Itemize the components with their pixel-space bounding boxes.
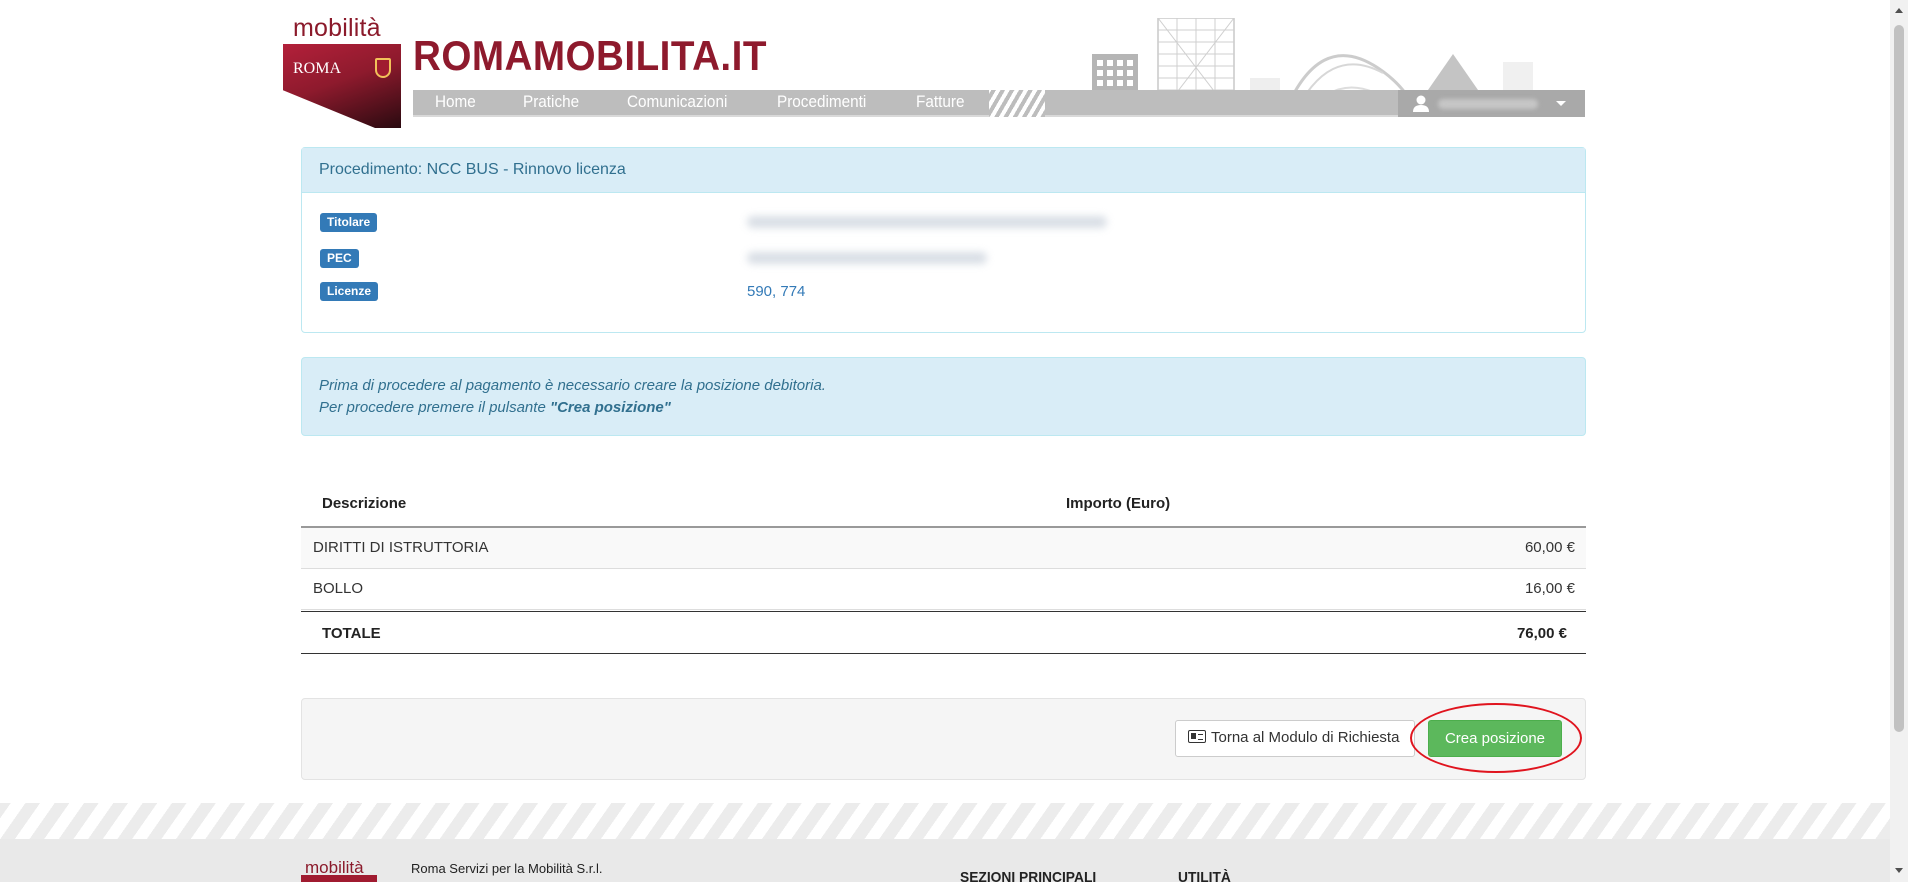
vertical-scrollbar[interactable] [1890, 0, 1908, 882]
nav-home[interactable]: Home [435, 92, 476, 112]
logo-city: ROMA [293, 60, 342, 77]
footer-utility-heading: UTILITÀ [1178, 869, 1231, 886]
logo-band [283, 44, 401, 128]
row-importo: 16,00 € [1524, 580, 1575, 597]
procedure-panel: Procedimento: NCC BUS - Rinnovo licenza … [301, 147, 1586, 333]
scroll-down-arrow-icon[interactable] [1895, 868, 1903, 873]
footer-stripes-decoration [0, 803, 1890, 839]
chevron-down-icon [1556, 101, 1566, 106]
column-header-importo: Importo (Euro) [1066, 495, 1171, 512]
panel-heading: Procedimento: NCC BUS - Rinnovo licenza [302, 148, 1585, 193]
id-card-icon [1188, 730, 1206, 743]
row-descrizione: BOLLO [313, 580, 364, 597]
nav-pratiche[interactable]: Pratiche [523, 92, 579, 112]
alert-line-2: Per procedere premere il pulsante "Crea … [319, 397, 1568, 419]
pec-value-redacted [747, 252, 987, 264]
footer-sections-heading: SEZIONI PRINCIPALI [960, 869, 1097, 886]
nav-fatture[interactable]: Fatture [916, 92, 964, 112]
total-value: 76,00 € [1516, 625, 1567, 642]
nav-procedimenti[interactable]: Procedimenti [777, 92, 866, 112]
label-pec: PEC [320, 249, 359, 268]
titolare-value-redacted [747, 216, 1107, 228]
row-descrizione: DIRITTI DI ISTRUTTORIA [313, 539, 489, 556]
row-importo: 60,00 € [1524, 539, 1575, 556]
logo-wordmark: mobilità [293, 14, 381, 42]
site-footer [0, 839, 1890, 882]
fees-table: Descrizione Importo (Euro) DIRITTI DI IS… [301, 483, 1586, 654]
user-icon [1413, 95, 1429, 112]
footer-logo-band [301, 875, 377, 882]
nav-stripes-decoration [989, 90, 1045, 117]
roma-crest-icon [375, 58, 391, 78]
actions-well: Torna al Modulo di Richiesta Crea posizi… [301, 698, 1586, 780]
back-to-request-form-button[interactable]: Torna al Modulo di Richiesta [1175, 720, 1415, 757]
user-menu-dropdown[interactable] [1398, 90, 1585, 117]
site-header: mobilità ROMA ROMAMOBILITA.IT Home Prati… [283, 0, 1585, 128]
alert-line-1: Prima di procedere al pagamento è necess… [319, 377, 826, 394]
label-titolare: Titolare [320, 213, 378, 232]
table-header-row: Descrizione Importo (Euro) [301, 483, 1586, 528]
table-row: DIRITTI DI ISTRUTTORIA 60,00 € [301, 528, 1586, 569]
site-title[interactable]: ROMAMOBILITA.IT [413, 32, 767, 80]
total-label: TOTALE [322, 625, 381, 642]
scroll-up-arrow-icon[interactable] [1895, 8, 1903, 13]
mobilita-roma-logo[interactable]: mobilità ROMA [283, 14, 403, 128]
column-header-descrizione: Descrizione [322, 495, 407, 512]
alert-button-reference: "Crea posizione" [549, 399, 671, 416]
label-licenze: Licenze [320, 282, 379, 301]
table-total-row: TOTALE 76,00 € [301, 611, 1586, 654]
create-position-button[interactable]: Crea posizione [1428, 720, 1562, 757]
footer-company-name: Roma Servizi per la Mobilità S.r.l. [411, 861, 603, 876]
back-button-label: Torna al Modulo di Richiesta [1211, 729, 1400, 746]
user-name-redacted [1438, 99, 1538, 109]
alert-line-2-prefix: Per procedere premere il pulsante [319, 399, 550, 416]
table-row: BOLLO 16,00 € [301, 569, 1586, 610]
info-alert: Prima di procedere al pagamento è necess… [301, 357, 1586, 436]
nav-comunicazioni[interactable]: Comunicazioni [627, 92, 727, 112]
scrollbar-thumb[interactable] [1894, 25, 1904, 732]
licenze-value: 590, 774 [747, 283, 806, 300]
